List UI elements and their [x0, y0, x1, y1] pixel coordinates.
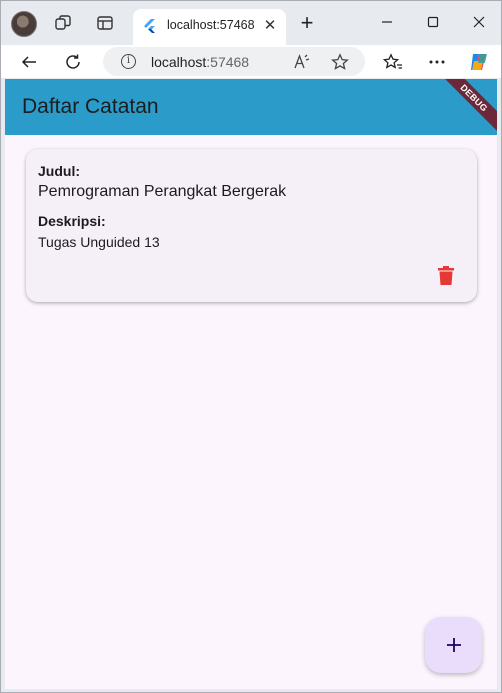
tab-bar: localhost:57468 ✕ +	[1, 1, 501, 45]
note-title: Pemrograman Perangkat Bergerak	[38, 183, 287, 200]
delete-button[interactable]	[430, 259, 462, 291]
copilot-icon[interactable]	[466, 49, 492, 75]
refresh-icon[interactable]	[60, 49, 86, 75]
workspaces-icon[interactable]	[53, 13, 73, 33]
address-url[interactable]: localhost:57468	[151, 54, 249, 70]
active-tab[interactable]: localhost:57468 ✕	[133, 9, 286, 45]
tab-close-icon[interactable]: ✕	[261, 17, 279, 35]
title-label: Judul:	[38, 163, 80, 179]
minimize-icon[interactable]	[375, 11, 399, 33]
add-note-button[interactable]	[425, 617, 482, 673]
browser-window: localhost:57468 ✕ + i localhost:57468 Da…	[0, 0, 502, 693]
url-host: localhost	[151, 54, 207, 70]
address-bar[interactable]: i localhost:57468	[103, 47, 365, 76]
favorites-icon[interactable]	[380, 49, 406, 75]
app-bar: Daftar Catatan DEBUG	[5, 79, 497, 135]
back-icon[interactable]	[16, 49, 42, 75]
plus-icon	[446, 638, 461, 652]
flutter-favicon	[144, 19, 155, 33]
trash-icon	[438, 265, 454, 285]
close-window-icon[interactable]	[467, 11, 491, 33]
new-tab-button[interactable]: +	[297, 12, 317, 34]
more-icon[interactable]	[424, 49, 450, 75]
tab-title: localhost:57468	[167, 18, 255, 32]
debug-banner: DEBUG	[437, 79, 497, 135]
info-icon[interactable]: i	[121, 54, 136, 69]
maximize-icon[interactable]	[421, 11, 445, 33]
note-description: Tugas Unguided 13	[38, 234, 160, 250]
read-aloud-icon[interactable]	[293, 53, 311, 71]
page-title: Daftar Catatan	[22, 95, 159, 118]
browser-toolbar: i localhost:57468	[1, 45, 501, 78]
tab-actions-icon[interactable]	[95, 13, 115, 33]
profile-avatar[interactable]	[11, 11, 37, 37]
app-viewport: Daftar Catatan DEBUG Judul: Pemrograman …	[5, 79, 497, 689]
description-label: Deskripsi:	[38, 213, 106, 229]
note-card[interactable]: Judul: Pemrograman Perangkat Bergerak De…	[26, 149, 477, 302]
url-port: :57468	[206, 54, 250, 70]
favorite-star-icon[interactable]	[331, 53, 349, 71]
